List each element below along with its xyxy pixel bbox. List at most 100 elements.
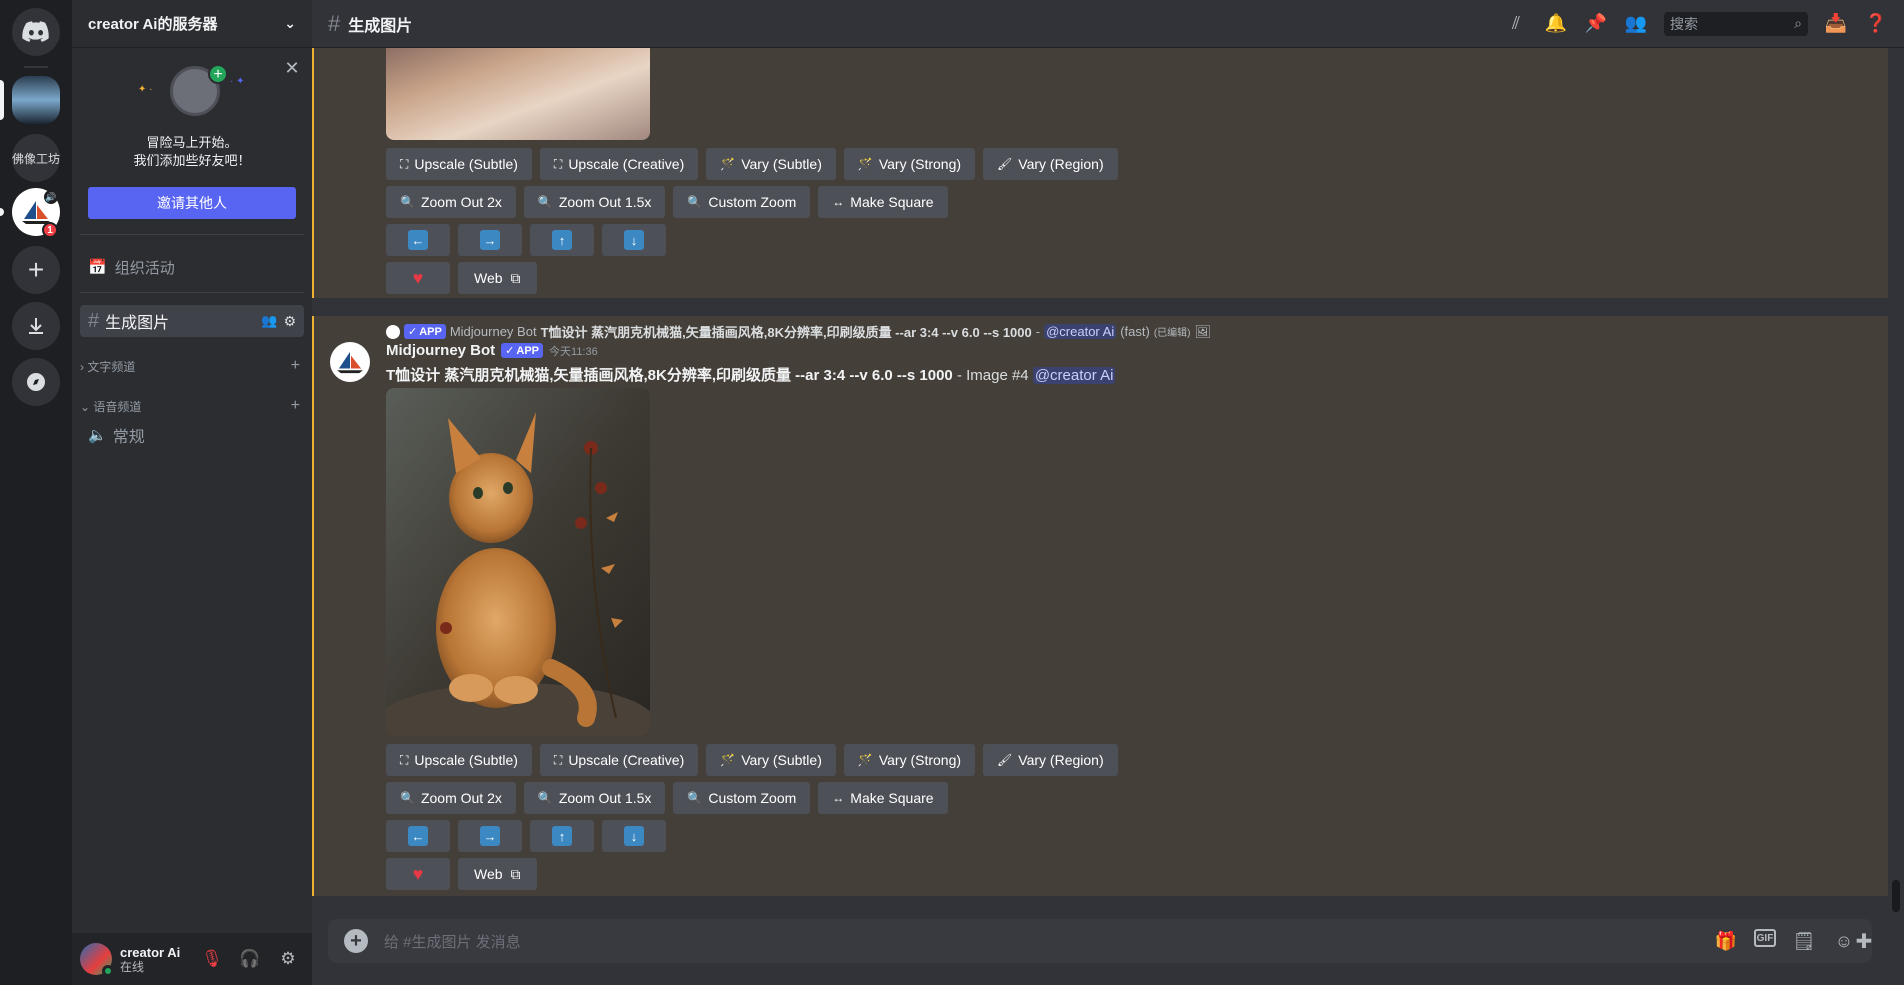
add-channel-icon[interactable]: + (291, 357, 300, 375)
zoom-out-2x-button[interactable]: 🔍 Zoom Out 2x (386, 186, 516, 218)
left-right-arrow-icon: ↔ (832, 791, 845, 805)
unread-pill (0, 208, 4, 216)
bell-icon[interactable]: 🔔 (1544, 12, 1568, 36)
add-server-button[interactable]: + (12, 246, 60, 294)
calendar-icon: 📅 (88, 259, 107, 276)
events-item[interactable]: 📅 组织活动 (80, 250, 304, 284)
pan-right-button[interactable]: → (458, 820, 522, 852)
zoom-out-2x-button[interactable]: 🔍 Zoom Out 2x (386, 782, 516, 814)
magic-wand-icon: 🪄 (857, 157, 873, 171)
search-input[interactable]: 搜索 ⌕ (1664, 11, 1808, 36)
threads-icon[interactable]: ⫽ (1504, 12, 1528, 36)
vary-region-button[interactable]: 🖌 Vary (Region) (983, 148, 1118, 180)
pan-up-button[interactable]: ↑ (530, 224, 594, 256)
custom-zoom-button[interactable]: 🔍 Custom Zoom (673, 782, 811, 814)
favorite-button[interactable]: ♥ (386, 262, 450, 294)
magic-wand-icon: 🪄 (720, 157, 736, 171)
reply-reference[interactable]: ✓ APP Midjourney Bot T恤设计 蒸汽朋克机械猫,矢量插画风格,… (386, 322, 1211, 341)
vary-subtle-button[interactable]: 🪄 Vary (Subtle) (706, 744, 836, 776)
button-row-zoom: 🔍 Zoom Out 2x 🔍 Zoom Out 1.5x 🔍 Custom Zoom… (386, 186, 948, 218)
generated-image[interactable] (386, 48, 650, 140)
sailboat-icon (337, 351, 363, 374)
avatar[interactable] (80, 943, 114, 977)
vary-region-button[interactable]: 🖌 Vary (Region) (983, 744, 1118, 776)
gear-icon[interactable]: ⚙ (283, 313, 296, 330)
category-text-channels[interactable]: › 文字频道 + (76, 356, 304, 376)
external-link-icon: ⧉ (510, 865, 521, 882)
gif-icon[interactable]: GIF (1754, 929, 1776, 947)
gear-icon[interactable]: ⚙ (272, 943, 304, 975)
button-row-upscale: ⛶ Upscale (Subtle) ⛶ Upscale (Creative) 🪄 V… (386, 744, 1118, 776)
vary-strong-button[interactable]: 🪄 Vary (Strong) (843, 744, 976, 776)
message-composer[interactable]: + 给 #生成图片 发消息 🎁 GIF 🗒 ☺ (328, 919, 1872, 963)
hash-icon: # (328, 10, 341, 36)
server-header[interactable]: creator Ai的服务器 ⌄ (72, 0, 312, 48)
author-name[interactable]: Midjourney Bot (386, 342, 495, 359)
magnifier-icon: 🔍 (537, 791, 553, 805)
message-list: ⛶ Upscale (Subtle) ⛶ Upscale (Creative) 🪄 V… (312, 48, 1892, 897)
make-square-button[interactable]: ↔ Make Square (818, 186, 948, 218)
discover-button[interactable] (12, 358, 60, 406)
members-icon[interactable]: 👥 (1624, 12, 1648, 36)
pan-left-button[interactable]: ← (386, 224, 450, 256)
download-apps-button[interactable] (12, 302, 60, 350)
inbox-icon[interactable]: 📥 (1824, 12, 1848, 36)
pin-icon[interactable]: 📌 (1584, 12, 1608, 36)
magic-wand-icon: 🪄 (857, 753, 873, 767)
gift-icon[interactable]: 🎁 (1714, 929, 1738, 953)
upscale-subtle-button[interactable]: ⛶ Upscale (Subtle) (386, 148, 532, 180)
add-channel-icon[interactable]: + (291, 397, 300, 415)
expand-icon: ⛶ (400, 752, 409, 767)
mic-muted-icon[interactable]: 🎙 (196, 943, 228, 975)
pan-down-button[interactable]: ↓ (602, 224, 666, 256)
rail-separator (24, 66, 48, 68)
generated-image[interactable] (386, 388, 650, 736)
headphones-icon[interactable]: 🎧 (234, 943, 266, 975)
sticker-icon[interactable]: 🗒 (1792, 929, 1816, 953)
category-voice-channels[interactable]: ⌄ 语音频道 + (76, 396, 304, 416)
search-icon: ⌕ (1794, 15, 1802, 31)
invite-promo: ✕ + ✦ · · ✦ 冒险马上开始。 我们添加些好友吧！ 邀请其他人 (80, 56, 304, 226)
invite-button[interactable]: 邀请其他人 (88, 187, 296, 219)
pan-down-button[interactable]: ↓ (602, 820, 666, 852)
bot-avatar-small-icon (386, 324, 400, 339)
expand-icon: ⛶ (553, 156, 563, 171)
message-previous: ⛶ Upscale (Subtle) ⛶ Upscale (Creative) 🪄 V… (312, 48, 1888, 298)
upscale-creative-button[interactable]: ⛶ Upscale (Creative) (539, 744, 699, 776)
arrow-left-icon: ← (408, 230, 428, 250)
image-icon: 🖼 (1194, 323, 1212, 339)
voice-channel-general[interactable]: 🔈 常规 (80, 419, 304, 451)
zoom-out-1-5x-button[interactable]: 🔍 Zoom Out 1.5x (523, 186, 666, 218)
discord-home-button[interactable] (12, 8, 60, 56)
message-midjourney: ✓ APP Midjourney Bot T恤设计 蒸汽朋克机械猫,矢量插画风格,… (312, 316, 1888, 896)
vary-subtle-button[interactable]: 🪄 Vary (Subtle) (706, 148, 836, 180)
vary-strong-button[interactable]: 🪄 Vary (Strong) (843, 148, 976, 180)
server-icon-text[interactable]: 佛像工坊 (12, 134, 60, 182)
channel-generate-images[interactable]: # 生成图片 👥 ⚙ (80, 305, 304, 337)
create-invite-icon[interactable]: 👥 (261, 313, 277, 329)
button-row-pan: ← → ↑ ↓ (386, 224, 666, 256)
close-icon[interactable]: ✕ (282, 58, 302, 78)
app-launcher-icon[interactable]: ✚ (1850, 927, 1878, 955)
speaker-icon: 🔊 (44, 190, 58, 204)
scrollbar-thumb[interactable] (1892, 880, 1900, 912)
pan-up-button[interactable]: ↑ (530, 820, 594, 852)
make-square-button[interactable]: ↔ Make Square (818, 782, 948, 814)
user-mention[interactable]: @creator Ai (1032, 367, 1116, 384)
custom-zoom-button[interactable]: 🔍 Custom Zoom (673, 186, 811, 218)
help-icon[interactable]: ❓ (1864, 12, 1888, 36)
upload-plus-icon[interactable]: + (344, 929, 368, 953)
avatar[interactable] (330, 342, 370, 382)
server-icon-image[interactable] (12, 76, 60, 124)
web-button[interactable]: Web ⧉ (458, 858, 537, 890)
upscale-subtle-button[interactable]: ⛶ Upscale (Subtle) (386, 744, 532, 776)
user-info[interactable]: creator Ai 在线 (120, 945, 180, 974)
favorite-button[interactable]: ♥ (386, 858, 450, 890)
upscale-creative-button[interactable]: ⛶ Upscale (Creative) (539, 148, 699, 180)
zoom-out-1-5x-button[interactable]: 🔍 Zoom Out 1.5x (523, 782, 666, 814)
expand-icon: ⛶ (400, 156, 409, 171)
pan-right-button[interactable]: → (458, 224, 522, 256)
web-button[interactable]: Web ⧉ (458, 262, 537, 294)
pan-left-button[interactable]: ← (386, 820, 450, 852)
app-tag: ✓ APP (404, 324, 446, 339)
